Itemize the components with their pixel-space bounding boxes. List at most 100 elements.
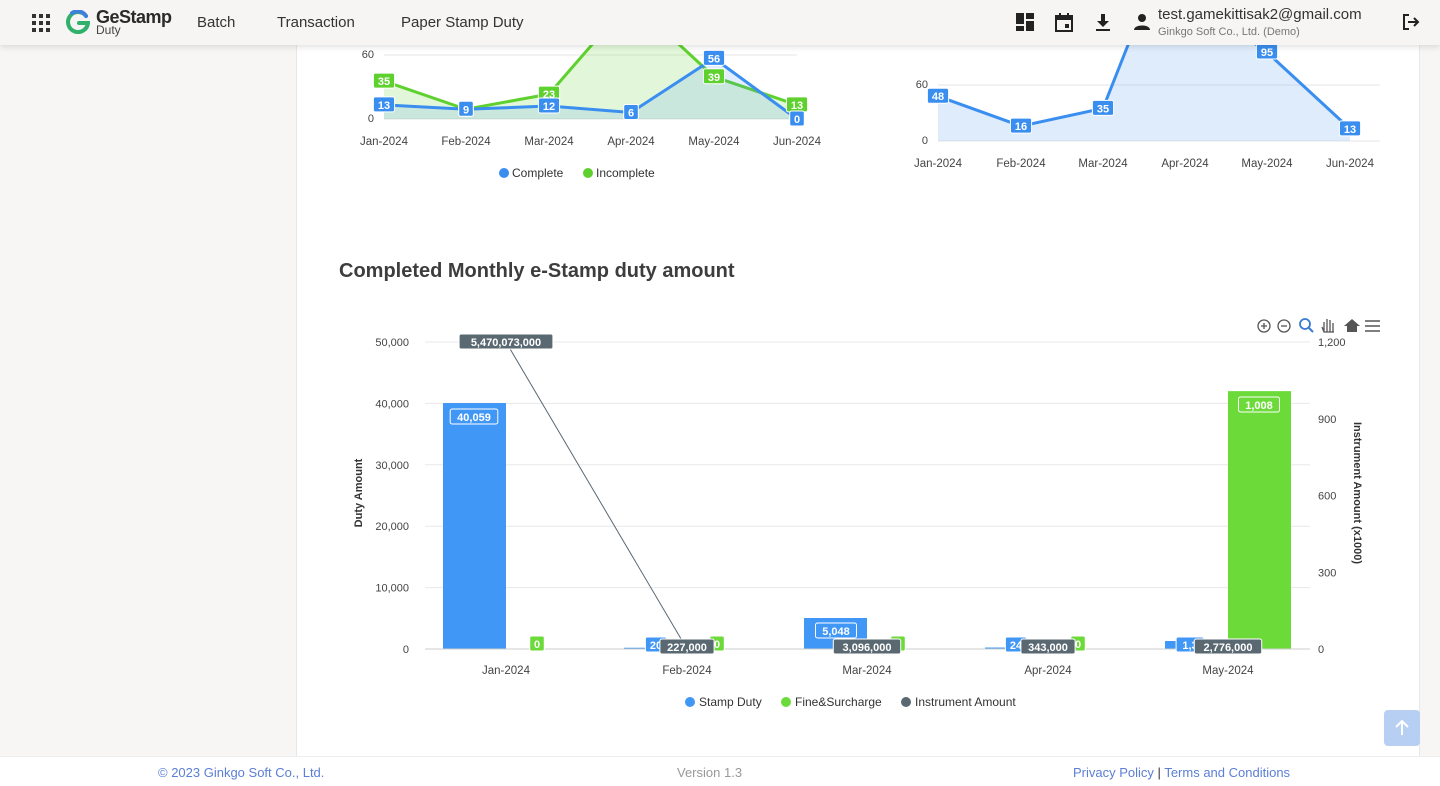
fine-surcharge-data-label: 0 [529,635,545,652]
legend-item-instrument[interactable]: Instrument Amount [901,695,1016,709]
x-tick-label: Apr-2024 [1161,158,1209,170]
fine-surcharge-data-label-text: 0 [1075,639,1081,651]
top-navbar: GeStamp Duty Batch Transaction Paper Sta… [0,0,1440,45]
incomplete-data-label: 13 [785,96,809,113]
series-data-label: 48 [926,87,950,104]
y-tick-label: 60 [362,49,374,61]
zoom-in-icon[interactable] [1257,319,1271,333]
complete-data-label: 0 [789,110,805,127]
legend-item-complete: Complete [512,166,564,180]
complete-data-label: 6 [623,104,639,120]
zoom-out-icon[interactable] [1277,319,1291,333]
privacy-policy-link[interactable]: Privacy Policy [1073,765,1154,780]
x-tick-label: Mar-2024 [1078,158,1128,170]
legend-marker [685,697,695,707]
y2-tick-label: 600 [1318,491,1336,503]
logout-icon[interactable] [1401,12,1421,32]
instrument-data-label-text: 227,000 [667,642,707,654]
legend-item-fine-surcharge[interactable]: Fine&Surcharge [781,695,882,709]
menu-icon[interactable] [1365,320,1380,332]
instrument-line [505,341,1228,650]
fine-surcharge-data-label-text: 0 [534,639,540,651]
selection-zoom-icon[interactable] [1299,318,1314,333]
dashboard-icon[interactable] [1015,12,1035,32]
incomplete-data-label: 39 [702,68,726,85]
x-tick-label: May-2024 [688,136,740,148]
scroll-to-top-button[interactable] [1384,710,1420,746]
complete-data-label-text: 13 [378,100,390,112]
complete-data-label-text: 9 [463,104,469,116]
zoom-in-plus [1261,323,1267,329]
series-data-label-text: 48 [932,91,944,103]
footer-links: Privacy Policy | Terms and Conditions [1073,765,1290,780]
instrument-data-label: 3,096,000 [832,638,902,655]
home-shape [1344,319,1360,332]
legend-item-stamp-duty[interactable]: Stamp Duty [685,695,762,709]
x-tick-label: Apr-2024 [1024,665,1072,677]
series-data-label-text: 95 [1261,47,1273,59]
instrument-data-label-text: 3,096,000 [843,642,892,654]
instrument-data-label: 343,000 [1020,638,1076,655]
magnifier-ring [1299,318,1311,330]
nav-item-transaction[interactable]: Transaction [277,14,355,31]
y2-tick-label: 0 [1318,644,1324,656]
x-tick-label: May-2024 [1202,665,1254,677]
footer-version: Version 1.3 [677,765,743,780]
complete-data-label-text: 0 [794,114,800,126]
stamp-duty-data-label: 5,048 [815,622,857,639]
home-reset-icon[interactable] [1344,319,1360,332]
section-title: Completed Monthly e-Stamp duty amount [339,260,735,282]
app-logo[interactable]: GeStamp Duty [66,6,172,38]
x-tick-label: Jan-2024 [360,136,409,148]
footer-copyright: © 2023 Ginkgo Soft Co., Ltd. [158,765,325,780]
x-tick-label: Jan-2024 [914,158,963,170]
instrument-data-label-text: 2,776,000 [1204,642,1253,654]
magnifier-handle [1308,327,1314,333]
instrument-data-label: 2,776,000 [1193,638,1263,655]
instrument-data-label-text: 343,000 [1028,642,1068,654]
user-icon[interactable] [1132,12,1152,32]
y-tick-label: 20,000 [375,521,409,533]
x-tick-label: Apr-2024 [607,136,655,148]
instrument-area-chart: 60 0 48 16 35 95 13 Jan-2024 Feb-2024 Mar-2024 Apr… [914,40,1380,170]
x-tick-label: Jun-2024 [773,136,822,148]
user-email[interactable]: test.gamekittisak2@gmail.com [1158,6,1362,23]
incomplete-data-label-text: 39 [708,72,720,84]
series-data-label-text: 35 [1097,103,1109,115]
y2-axis-title: Instrument Amount (x1000) [1351,422,1363,564]
fine-surcharge-data-label: 1,008 [1238,396,1280,413]
footer-separator: | [1157,765,1161,780]
calendar-icon[interactable] [1054,12,1074,32]
legend-label: Stamp Duty [699,695,762,709]
series-data-label: 13 [1338,120,1362,137]
y-tick-label: 0 [403,644,409,656]
stamp-duty-data-label: 40,059 [449,408,499,425]
arrow-up-icon [1395,719,1409,735]
incomplete-data-label-text: 13 [791,100,803,112]
x-tick-label: Jan-2024 [482,665,531,677]
legend-label: Instrument Amount [915,695,1016,709]
y-tick-label: 0 [922,135,928,147]
y2-tick-label: 900 [1318,414,1336,426]
duty-amount-bar-chart: 0 10,000 20,000 30,000 40,000 50,000 0 300 600 90… [353,318,1380,709]
nav-item-batch[interactable]: Batch [197,14,235,31]
fine-surcharge-bar [1228,391,1291,649]
footer: © 2023 Ginkgo Soft Co., Ltd. Version 1.3… [0,756,1440,786]
series-data-label: 95 [1255,43,1279,60]
status-area-chart: 600359233913139126560Jan-2024Feb-2024Mar… [360,40,822,180]
complete-data-label: 56 [702,49,726,66]
series-data-label: 35 [1091,99,1115,116]
apps-grid-icon[interactable] [32,14,50,32]
legend-marker [781,697,791,707]
y-tick-label: 10,000 [375,583,409,595]
x-tick-label: Jun-2024 [1326,158,1375,170]
chart-legend: Complete Incomplete [499,166,655,180]
download-icon[interactable] [1093,12,1113,32]
pan-hand-icon[interactable] [1321,319,1334,333]
complete-data-label: 9 [458,100,474,117]
terms-link[interactable]: Terms and Conditions [1164,765,1290,780]
nav-item-paper-stamp-duty[interactable]: Paper Stamp Duty [401,14,524,31]
y-tick-label: 50,000 [375,337,409,349]
legend-marker [901,697,911,707]
legend-marker-incomplete [583,168,593,178]
